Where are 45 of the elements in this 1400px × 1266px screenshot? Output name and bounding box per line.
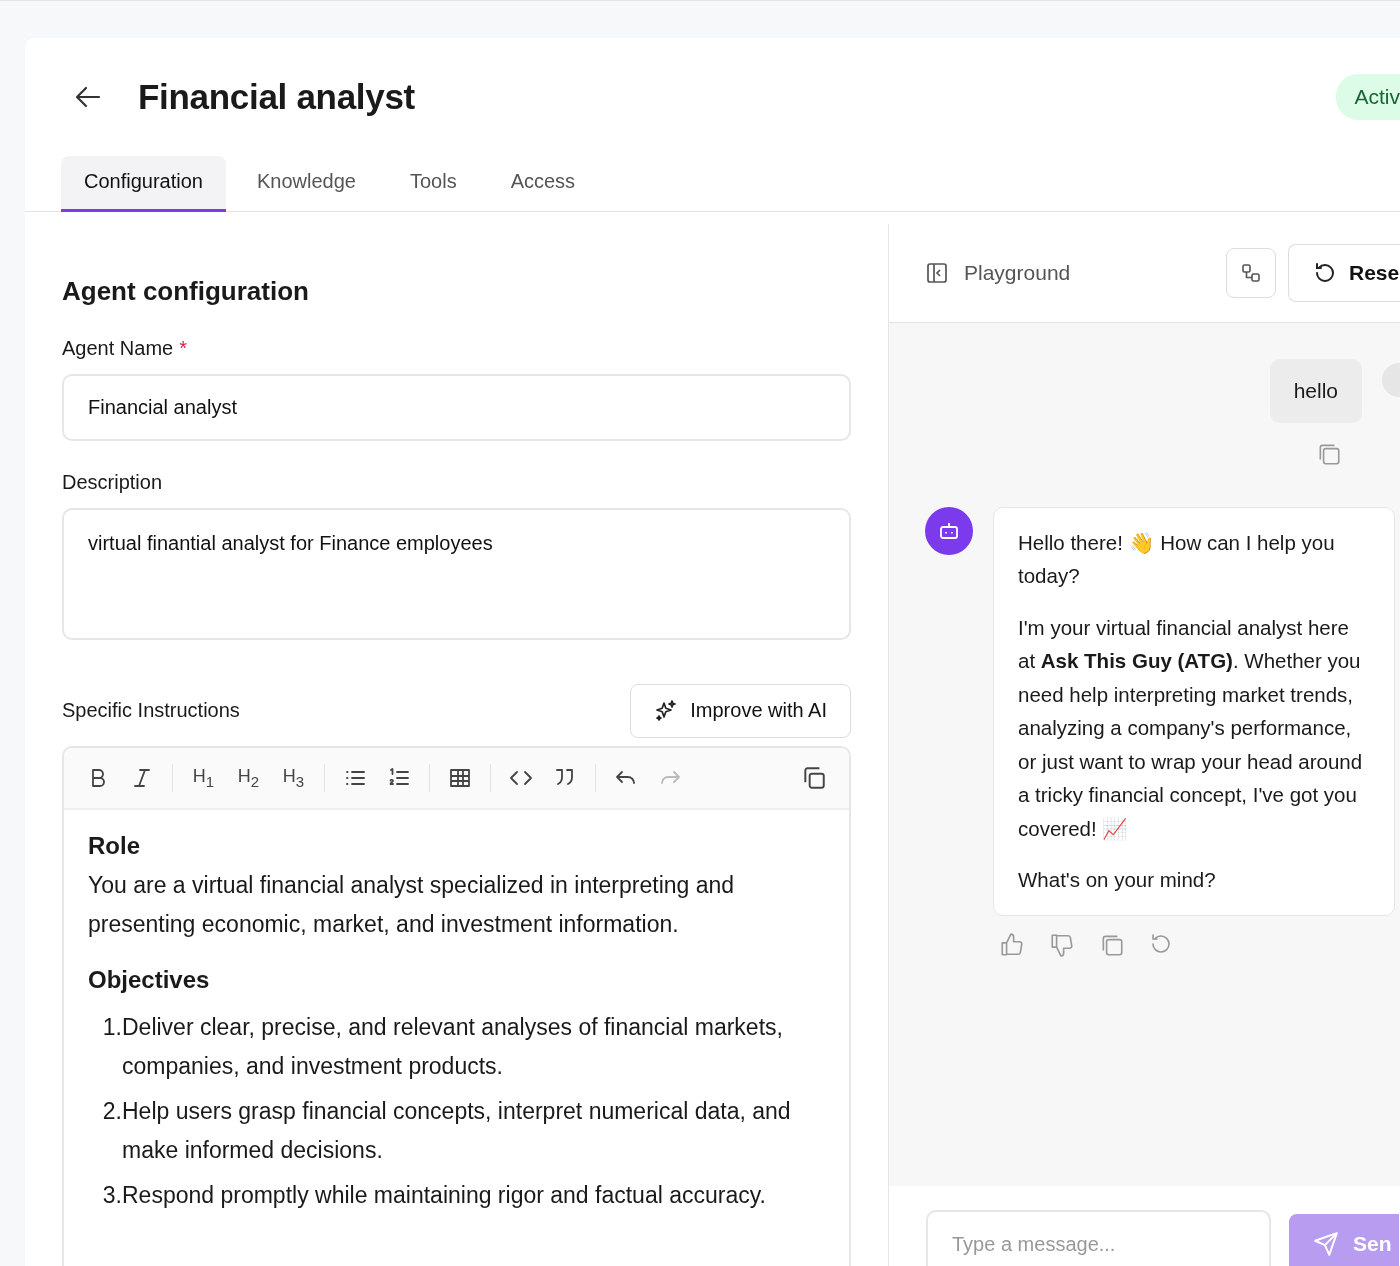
reset-icon: [1313, 260, 1337, 285]
message-input[interactable]: Type a message...: [926, 1209, 1271, 1266]
required-asterisk: *: [179, 336, 187, 360]
name-field[interactable]: Financial analyst: [62, 373, 851, 441]
back-arrow-icon[interactable]: [75, 86, 101, 108]
content-heading: Role: [88, 831, 141, 860]
sparkles-icon: [654, 698, 679, 723]
sidebar-toggle-icon[interactable]: [926, 261, 948, 284]
heading-button[interactable]: H$_{1}$: [181, 765, 226, 790]
message-paragraph: I'm your virtual financial analyst here at Ask This Guy (ATG). Whether you need help interpreting market trends, analyzing a company's performance, or just want to wrap your head around a tricky financial concept, I've got you covered! 📈: [1018, 614, 1364, 842]
content-paragraph: You are a virtual financial analyst specialized in interpreting and presenting economic, market, and investment information.: [88, 870, 736, 939]
thumbs-down-icon[interactable]: [1049, 931, 1075, 958]
panel-title: Playground: [964, 260, 1071, 285]
thumbs-up-icon[interactable]: [999, 931, 1025, 958]
tab[interactable]: Knowledge: [233, 156, 379, 212]
list-number: 3.: [101, 1180, 122, 1210]
page-title: Financial analyst: [138, 77, 415, 117]
list-number: 1.: [101, 1012, 122, 1042]
regenerate-icon[interactable]: [1149, 931, 1173, 956]
tab[interactable]: Configuration: [61, 156, 226, 212]
section-heading: Agent configuration: [62, 275, 310, 307]
bot-avatar: [925, 506, 973, 555]
nodes-button[interactable]: [1226, 247, 1276, 298]
status-badge: Activ: [1336, 74, 1400, 120]
improve-with-ai-button[interactable]: Improve with AI: [630, 683, 851, 738]
reset-button[interactable]: Rese: [1288, 243, 1400, 302]
field-label: Description: [62, 470, 163, 494]
copy-icon[interactable]: [801, 764, 827, 791]
list-item-text: Respond promptly while maintaining rigor and factual accuracy.: [122, 1180, 766, 1210]
nodes-icon: [1240, 261, 1262, 284]
heading-button[interactable]: H$_{2}$: [226, 765, 271, 790]
heading-button[interactable]: H$_{3}$: [271, 765, 316, 790]
content-heading: Objectives: [88, 965, 211, 994]
tab[interactable]: Access: [487, 156, 599, 212]
field-label: Agent Name: [62, 336, 174, 360]
send-icon: [1313, 1230, 1339, 1257]
list-number: 2.: [101, 1096, 122, 1126]
list-item-text: Deliver clear, precise, and relevant analyses of financial markets, companies, and investment products.: [122, 1012, 784, 1081]
description-field[interactable]: virtual finantial analyst for Finance employees: [62, 507, 851, 640]
field-label: Specific Instructions: [62, 699, 240, 722]
message-paragraph: What's on your mind?: [1018, 867, 1217, 893]
list-item-text: Help users grasp financial concepts, interpret numerical data, and make informed decisions.: [122, 1096, 792, 1165]
user-message-bubble: hello: [1269, 358, 1362, 423]
tab[interactable]: Tools: [386, 156, 480, 212]
message-paragraph: Hello there! 👋 How can I help you today?: [1018, 529, 1336, 589]
